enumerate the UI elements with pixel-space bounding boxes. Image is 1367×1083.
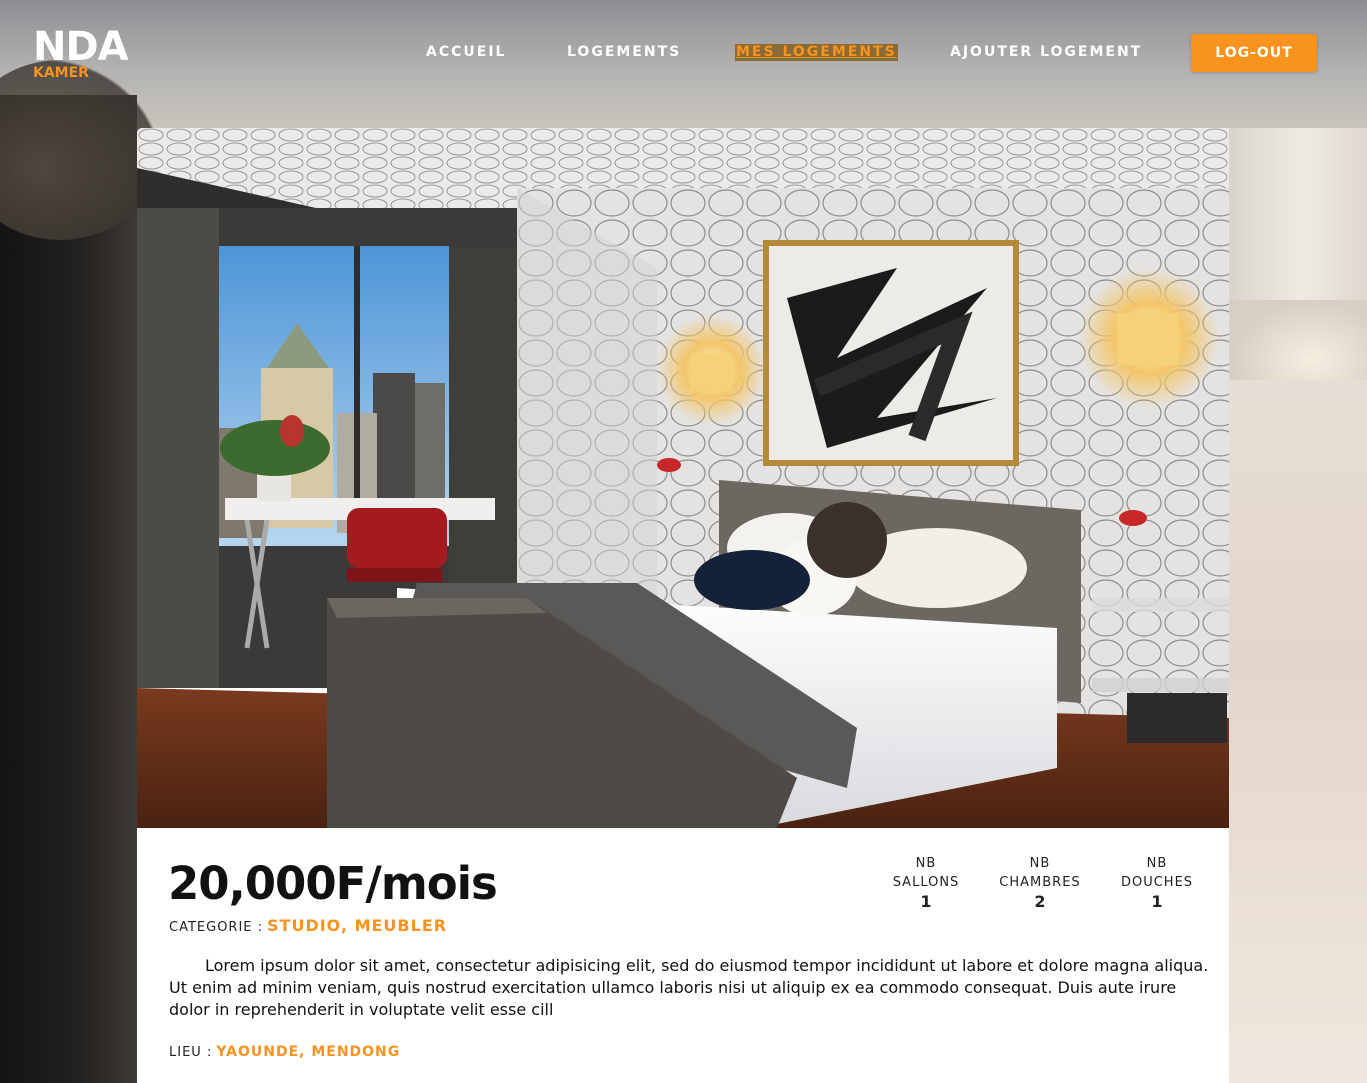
stat-douches: NB DOUCHES 1	[1102, 854, 1212, 912]
stat-value: 1	[920, 892, 932, 911]
site-header: NDA KAMER ACCUEIL LOGEMENTS MES LOGEMENT…	[0, 0, 1350, 100]
listing-description: Lorem ipsum dolor sit amet, consectetur …	[169, 956, 1209, 1019]
blurred-background-left	[0, 95, 137, 1083]
stat-title-line2: SALLONS	[892, 875, 960, 890]
stat-value: 2	[1034, 892, 1046, 911]
category-label: CATEGORIE :	[169, 920, 264, 935]
listing-location: LIEU : YAOUNDE, MENDONG	[169, 1044, 400, 1060]
listing-card: 20,000F/mois CATEGORIE : STUDIO, MEUBLER…	[137, 128, 1229, 1083]
stat-title-line2: DOUCHES	[1120, 875, 1194, 890]
listing-stats: NB SALLONS 1 NB CHAMBRES 2 NB DOUCHES 1	[877, 854, 1207, 914]
category-value: STUDIO, MEUBLER	[267, 916, 448, 935]
stat-sallons: NB SALLONS 1	[871, 854, 981, 912]
listing-details: 20,000F/mois CATEGORIE : STUDIO, MEUBLER…	[137, 828, 1229, 1083]
listing-photo[interactable]	[137, 128, 1229, 828]
nav-item-ajouter-logement[interactable]: AJOUTER LOGEMENT	[950, 44, 1142, 61]
location-value: YAOUNDE, MENDONG	[216, 1044, 401, 1060]
nav-item-mes-logements[interactable]: MES LOGEMENTS	[735, 44, 898, 61]
main-nav: ACCUEIL LOGEMENTS MES LOGEMENTS AJOUTER …	[0, 0, 1350, 100]
nav-item-logements[interactable]: LOGEMENTS	[567, 44, 681, 61]
stat-chambres: NB CHAMBRES 2	[985, 854, 1095, 912]
bedroom-photo-icon	[137, 128, 1229, 828]
stat-title-line2: CHAMBRES	[999, 875, 1081, 890]
stat-title-line1: NB	[1029, 856, 1051, 871]
listing-category: CATEGORIE : STUDIO, MEUBLER	[169, 916, 447, 935]
nav-item-accueil[interactable]: ACCUEIL	[426, 44, 506, 61]
logout-button[interactable]: LOG-OUT	[1191, 34, 1317, 72]
stat-title-line1: NB	[1146, 856, 1168, 871]
listing-price: 20,000F/mois	[168, 857, 498, 910]
location-label: LIEU :	[169, 1045, 213, 1060]
stat-value: 1	[1151, 892, 1163, 911]
stat-title-line1: NB	[915, 856, 937, 871]
blurred-background-right	[1229, 380, 1367, 1083]
